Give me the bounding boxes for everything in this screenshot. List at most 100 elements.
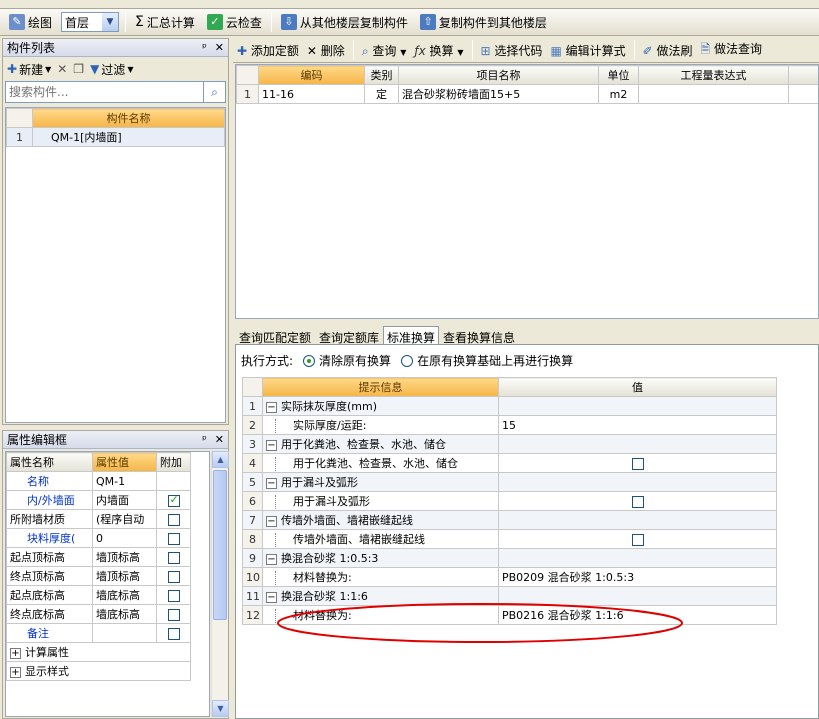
checkbox[interactable] — [631, 457, 644, 470]
property-value[interactable]: 墙底标高 — [92, 585, 157, 605]
property-extra — [156, 471, 191, 491]
group-label: 显示样式 — [25, 665, 69, 678]
property-value[interactable]: 墙底标高 — [92, 604, 157, 624]
search-input[interactable] — [5, 81, 204, 103]
checkbox[interactable] — [167, 493, 180, 507]
main-toolbar: ✎ 绘图 首层 ▼ Σ 汇总计算 ✓ 云检查 ⇩ 从其他楼层复制构件 ⇧ 复制构件到其他楼层 — [0, 9, 819, 36]
column-header: 工程量表达式 — [638, 65, 789, 85]
checkbox[interactable] — [167, 589, 180, 602]
column-header: 单位 — [598, 65, 639, 85]
checkbox[interactable] — [167, 627, 180, 640]
pin-icon[interactable]: ᵖ — [202, 433, 207, 446]
cloud-check-button[interactable]: ✓ 云检查 — [204, 11, 265, 33]
close-icon[interactable]: ✕ — [215, 433, 224, 446]
copy-icon[interactable]: ❐ — [73, 62, 84, 76]
delete-icon[interactable]: ✕ — [57, 62, 67, 76]
radio-clear-existing[interactable]: 清除原有换算 — [303, 352, 391, 369]
checkbox[interactable] — [167, 513, 180, 526]
method-brush-button[interactable]: ✐ 做法刷 — [643, 42, 693, 59]
filter-button[interactable]: ▼ 过滤 ▼ — [90, 61, 133, 78]
expand-icon[interactable]: + — [10, 666, 21, 678]
tree-line — [275, 533, 289, 547]
property-group-row[interactable]: + 显示样式 — [6, 661, 191, 681]
property-row[interactable]: 终点顶标高 墙顶标高 — [6, 566, 191, 586]
conversion-value[interactable]: PB0209 混合砂浆 1:0.5:3 — [498, 567, 777, 587]
conversion-value[interactable]: 15 — [498, 415, 777, 435]
conversion-row[interactable]: 4 用于化粪池、检查景、水池、储仓 — [242, 453, 777, 473]
add-quota-button[interactable]: ✚ 添加定额 — [237, 42, 299, 59]
collapse-icon[interactable]: − — [266, 401, 277, 413]
conversion-row[interactable]: 10 材料替换为: PB0209 混合砂浆 1:0.5:3 — [242, 567, 777, 587]
property-group-row[interactable]: + 计算属性 — [6, 642, 191, 662]
property-value[interactable]: 墙顶标高 — [92, 566, 157, 586]
property-value[interactable]: 墙顶标高 — [92, 547, 157, 567]
table-row[interactable]: 1 11-16 定 混合砂浆粉砖墙面15+5 m2 — [236, 84, 818, 104]
delete-button[interactable]: ✕ 删除 — [307, 42, 345, 59]
property-row[interactable]: 备注 — [6, 623, 191, 643]
property-row[interactable]: 名称 QM-1 — [6, 471, 191, 491]
property-row[interactable]: 内/外墙面 内墙面 — [6, 490, 191, 510]
property-row[interactable]: 终点底标高 墙底标高 — [6, 604, 191, 624]
pin-icon[interactable]: ᵖ — [202, 41, 207, 54]
property-row[interactable]: 块料厚度(0 — [6, 528, 191, 548]
scroll-thumb[interactable] — [213, 470, 227, 620]
conversion-value[interactable] — [498, 453, 777, 473]
checkbox[interactable] — [631, 533, 644, 546]
draw-button[interactable]: ✎ 绘图 — [6, 11, 55, 33]
summary-button[interactable]: Σ 汇总计算 — [132, 11, 198, 33]
checkbox[interactable] — [167, 608, 180, 621]
property-value[interactable]: 0 — [92, 528, 157, 548]
search-icon[interactable]: ⌕ — [204, 81, 226, 103]
radio-append-conversion[interactable]: 在原有换算基础上再进行换算 — [401, 352, 573, 369]
floor-select[interactable]: 首层 ▼ — [61, 12, 120, 32]
property-row[interactable]: 所附墙材质 (程序自动 — [6, 509, 191, 529]
conversion-value[interactable] — [498, 491, 777, 511]
collapse-icon[interactable]: − — [266, 515, 277, 527]
conversion-value — [498, 548, 777, 568]
conversion-row[interactable]: 8 传墙外墙面、墙裙嵌缝起线 — [242, 529, 777, 549]
property-row[interactable]: 起点顶标高 墙顶标高 — [6, 547, 191, 567]
property-value[interactable] — [92, 623, 157, 643]
property-value[interactable]: QM-1 — [92, 471, 157, 491]
conversion-row[interactable]: 2 实际厚度/运距: 15 — [242, 415, 777, 435]
collapse-icon[interactable]: − — [266, 477, 277, 489]
close-icon[interactable]: ✕ — [215, 41, 224, 54]
tab-standard-conversion[interactable]: 标准换算 — [383, 326, 440, 345]
expand-icon[interactable]: + — [10, 647, 21, 659]
tab-quota-library[interactable]: 查询定额库 — [315, 326, 383, 345]
query-button[interactable]: ⌕ 查询 ▼ — [362, 42, 407, 59]
conversion-group-row[interactable]: 9− 换混合砂浆 1:0.5:3 — [242, 548, 777, 568]
property-scrollbar[interactable]: ▲ ▼ — [211, 451, 229, 717]
checkbox[interactable] — [167, 551, 180, 564]
method-query-button[interactable]: 🗎 做法查询 — [701, 40, 763, 61]
tab-match-quota[interactable]: 查询匹配定额 — [235, 326, 315, 345]
edit-formula-button[interactable]: ▦ 编辑计算式 — [550, 42, 625, 59]
copy-to-floor-button[interactable]: ⇧ 复制构件到其他楼层 — [417, 11, 550, 33]
checkbox[interactable] — [167, 570, 180, 583]
convert-button[interactable]: ƒx 换算 ▼ — [414, 42, 463, 59]
conversion-group-row[interactable]: 1− 实际抹灰厚度(mm) — [242, 396, 777, 416]
conversion-value[interactable] — [498, 529, 777, 549]
cloud-check-icon: ✓ — [206, 14, 223, 30]
property-value[interactable]: (程序自动 — [92, 509, 157, 529]
table-row[interactable]: 1 QM-1[内墙面] — [6, 127, 225, 147]
scroll-down-icon[interactable]: ▼ — [212, 700, 229, 717]
checkbox[interactable] — [167, 532, 180, 545]
component-list-toolbar: ✚ 新建 ▼ ✕ ❐ ▼ 过滤 ▼ — [3, 57, 228, 81]
new-button[interactable]: ✚ 新建 ▼ — [7, 61, 51, 78]
conversion-row[interactable]: 6 用于漏斗及弧形 — [242, 491, 777, 511]
checkbox[interactable] — [631, 495, 644, 508]
property-name: 备注 — [6, 623, 93, 643]
conversion-group-row[interactable]: 3− 用于化粪池、检查景、水池、储仓 — [242, 434, 777, 454]
brush-icon: ✐ — [642, 43, 653, 58]
tab-conversion-info[interactable]: 查看换算信息 — [439, 326, 519, 345]
select-code-button[interactable]: ⊞ 选择代码 — [481, 42, 543, 59]
property-row[interactable]: 起点底标高 墙底标高 — [6, 585, 191, 605]
conversion-group-row[interactable]: 5− 用于漏斗及弧形 — [242, 472, 777, 492]
conversion-group-row[interactable]: 7− 传墙外墙面、墙裙嵌缝起线 — [242, 510, 777, 530]
collapse-icon[interactable]: − — [266, 439, 277, 451]
property-value[interactable]: 内墙面 — [92, 490, 157, 510]
collapse-icon[interactable]: − — [266, 553, 277, 565]
scroll-up-icon[interactable]: ▲ — [212, 451, 229, 468]
copy-from-floor-button[interactable]: ⇩ 从其他楼层复制构件 — [278, 11, 411, 33]
